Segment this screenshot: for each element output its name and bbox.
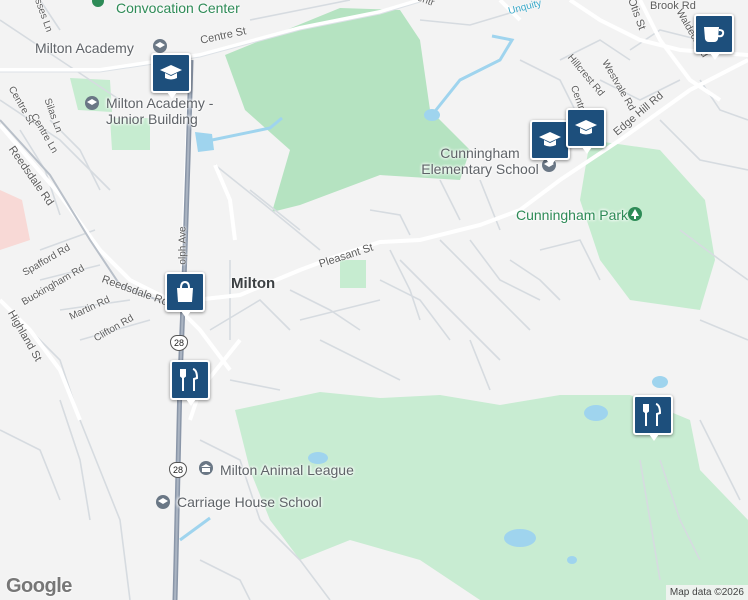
street-randolph-ave: olph Ave <box>177 226 189 265</box>
map-attribution[interactable]: Map data ©2026 <box>665 585 748 600</box>
tree-icon <box>628 207 642 221</box>
cunningham-park-label[interactable]: Cunningham Park <box>516 207 628 223</box>
animal-league-pin-icon[interactable] <box>199 461 213 475</box>
academy-junior-pin-icon[interactable] <box>85 96 99 110</box>
school-marker[interactable] <box>566 108 606 154</box>
map-canvas[interactable]: Convocation Center Milton Academy Milton… <box>0 0 748 600</box>
restaurant-marker[interactable] <box>633 395 673 441</box>
cunningham-school-label[interactable]: Cunningham Elementary School <box>420 145 540 177</box>
town-milton-label[interactable]: Milton <box>231 275 275 292</box>
pond <box>652 376 668 388</box>
coffee-cup-icon <box>704 27 725 42</box>
cafe-marker[interactable] <box>694 14 734 60</box>
restaurant-icon <box>180 368 199 391</box>
school-marker[interactable] <box>530 120 570 166</box>
pond <box>584 405 608 421</box>
google-logo[interactable]: Google <box>6 575 72 598</box>
school-marker[interactable] <box>151 53 191 99</box>
graduation-cap-icon <box>160 65 182 80</box>
milton-academy-junior-label[interactable]: Milton Academy - Junior Building <box>106 95 216 127</box>
milton-animal-league-label[interactable]: Milton Animal League <box>220 462 354 478</box>
street-brook-rd: Brook Rd <box>650 0 696 12</box>
graduation-cap-icon <box>575 120 597 135</box>
small-park <box>340 260 366 288</box>
restaurant-marker[interactable] <box>170 360 210 406</box>
milton-academy-label[interactable]: Milton Academy <box>35 40 134 56</box>
pond <box>504 529 536 547</box>
shopping-marker[interactable] <box>165 272 205 318</box>
shopping-bag-icon <box>177 281 193 302</box>
academy-pin-icon[interactable] <box>153 39 167 53</box>
pond <box>567 556 577 564</box>
pond <box>195 132 214 152</box>
map-base-layer <box>0 0 748 600</box>
carriage-house-school-label[interactable]: Carriage House School <box>177 494 322 510</box>
carriage-house-pin-icon[interactable] <box>156 495 170 509</box>
graduation-cap-icon <box>539 132 561 147</box>
restaurant-icon <box>643 403 662 426</box>
convocation-center-label[interactable]: Convocation Center <box>116 0 240 16</box>
